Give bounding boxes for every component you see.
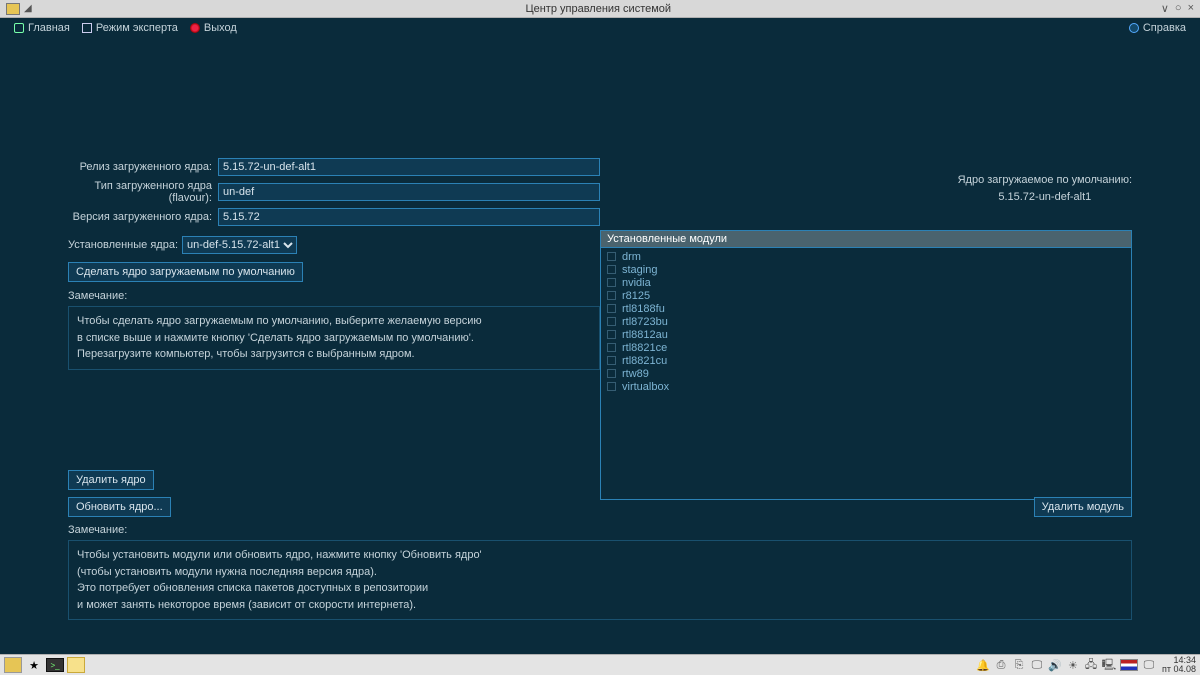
module-row[interactable]: r8125 <box>605 289 1127 302</box>
installed-label: Установленные ядра: <box>68 239 178 251</box>
module-label: staging <box>622 263 657 277</box>
module-row[interactable]: rtl8821ce <box>605 341 1127 354</box>
note1-label: Замечание: <box>68 290 600 302</box>
version-input[interactable] <box>218 208 600 226</box>
menu-expert[interactable]: Режим эксперта <box>76 20 184 36</box>
installed-select[interactable]: un-def-5.15.72-alt1 <box>182 236 297 254</box>
star-icon[interactable]: ★ <box>25 657 43 673</box>
module-row[interactable]: rtl8188fu <box>605 302 1127 315</box>
modules-header: Установленные модули <box>600 230 1132 247</box>
window-title: Центр управления системой <box>36 3 1161 15</box>
module-row[interactable]: rtl8821cu <box>605 354 1127 367</box>
module-label: rtl8812au <box>622 328 668 342</box>
brightness-icon[interactable]: ☀ <box>1066 658 1080 672</box>
module-checkbox[interactable] <box>607 265 616 274</box>
expert-icon <box>82 23 92 33</box>
module-checkbox[interactable] <box>607 278 616 287</box>
menu-home[interactable]: Главная <box>8 20 76 36</box>
release-input[interactable] <box>218 158 600 176</box>
module-label: virtualbox <box>622 380 669 394</box>
module-row[interactable]: rtl8723bu <box>605 315 1127 328</box>
module-checkbox[interactable] <box>607 252 616 261</box>
menu-help[interactable]: Справка <box>1123 20 1192 36</box>
module-label: rtl8188fu <box>622 302 665 316</box>
maximize-icon[interactable]: ○ <box>1175 2 1182 15</box>
app-area: Главная Режим эксперта Выход Справка Рел… <box>0 18 1200 654</box>
module-checkbox[interactable] <box>607 382 616 391</box>
version-label: Версия загруженного ядра: <box>68 211 218 223</box>
module-row[interactable]: nvidia <box>605 276 1127 289</box>
titlebar: ◢ Центр управления системой ∨ ○ × <box>0 0 1200 18</box>
menu-exit[interactable]: Выход <box>184 20 243 36</box>
module-checkbox[interactable] <box>607 369 616 378</box>
help-icon <box>1129 23 1139 33</box>
module-checkbox[interactable] <box>607 330 616 339</box>
module-checkbox[interactable] <box>607 317 616 326</box>
monitor-icon[interactable]: 🖳 <box>1102 658 1116 672</box>
module-checkbox[interactable] <box>607 304 616 313</box>
module-row[interactable]: rtl8812au <box>605 328 1127 341</box>
exit-icon <box>190 23 200 33</box>
module-row[interactable]: virtualbox <box>605 380 1127 393</box>
update-kernel-button[interactable]: Обновить ядро... <box>68 497 171 517</box>
home-icon <box>14 23 24 33</box>
menubar: Главная Режим эксперта Выход Справка <box>0 18 1200 38</box>
bell-icon[interactable]: 🔔 <box>976 658 990 672</box>
module-label: rtw89 <box>622 367 649 381</box>
notes-icon[interactable]: ⎙ <box>994 658 1008 672</box>
module-checkbox[interactable] <box>607 343 616 352</box>
flavour-label: Тип загруженного ядра (flavour): <box>68 180 218 204</box>
set-default-button[interactable]: Сделать ядро загружаемым по умолчанию <box>68 262 303 282</box>
modules-list[interactable]: drmstagingnvidiar8125rtl8188furtl8723bur… <box>600 247 1132 500</box>
release-label: Релиз загруженного ядра: <box>68 161 218 173</box>
minimize-icon[interactable]: ∨ <box>1161 2 1169 15</box>
module-row[interactable]: drm <box>605 250 1127 263</box>
clipboard-icon[interactable]: ⎘ <box>1012 658 1026 672</box>
close-icon[interactable]: × <box>1188 2 1194 15</box>
delete-kernel-button[interactable]: Удалить ядро <box>68 470 154 490</box>
network-icon[interactable]: 🖧 <box>1084 658 1098 672</box>
clock[interactable]: 14:34 пт 04.08 <box>1162 656 1196 674</box>
module-checkbox[interactable] <box>607 291 616 300</box>
module-row[interactable]: rtw89 <box>605 367 1127 380</box>
terminal-icon[interactable]: >_ <box>46 658 64 672</box>
app-icon <box>6 3 20 15</box>
content: Релиз загруженного ядра: Тип загруженног… <box>0 38 1200 654</box>
flag-icon[interactable] <box>1120 659 1138 671</box>
flavour-input[interactable] <box>218 183 600 201</box>
task-active-icon[interactable] <box>67 657 85 673</box>
app-menu-icon[interactable] <box>4 657 22 673</box>
note1-box: Чтобы сделать ядро загружаемым по умолча… <box>68 306 600 370</box>
modules-panel: Установленные модули drmstagingnvidiar81… <box>600 230 1132 500</box>
module-label: rtl8821cu <box>622 354 667 368</box>
display-icon[interactable]: 🖵 <box>1030 658 1044 672</box>
module-label: rtl8723bu <box>622 315 668 329</box>
chevron-up-icon[interactable]: ◢ <box>24 3 32 14</box>
note2-label: Замечание: <box>68 524 1132 536</box>
module-row[interactable]: staging <box>605 263 1127 276</box>
taskbar: ★ >_ 🔔 ⎙ ⎘ 🖵 🔊 ☀ 🖧 🖳 🖵 14:34 пт 04.08 <box>0 654 1200 675</box>
module-checkbox[interactable] <box>607 356 616 365</box>
delete-module-button[interactable]: Удалить модуль <box>1034 497 1132 517</box>
screen-icon[interactable]: 🖵 <box>1142 658 1156 672</box>
module-label: drm <box>622 250 641 264</box>
note2-box: Чтобы установить модули или обновить ядр… <box>68 540 1132 620</box>
volume-icon[interactable]: 🔊 <box>1048 658 1062 672</box>
module-label: nvidia <box>622 276 651 290</box>
module-label: rtl8821ce <box>622 341 667 355</box>
module-label: r8125 <box>622 289 650 303</box>
